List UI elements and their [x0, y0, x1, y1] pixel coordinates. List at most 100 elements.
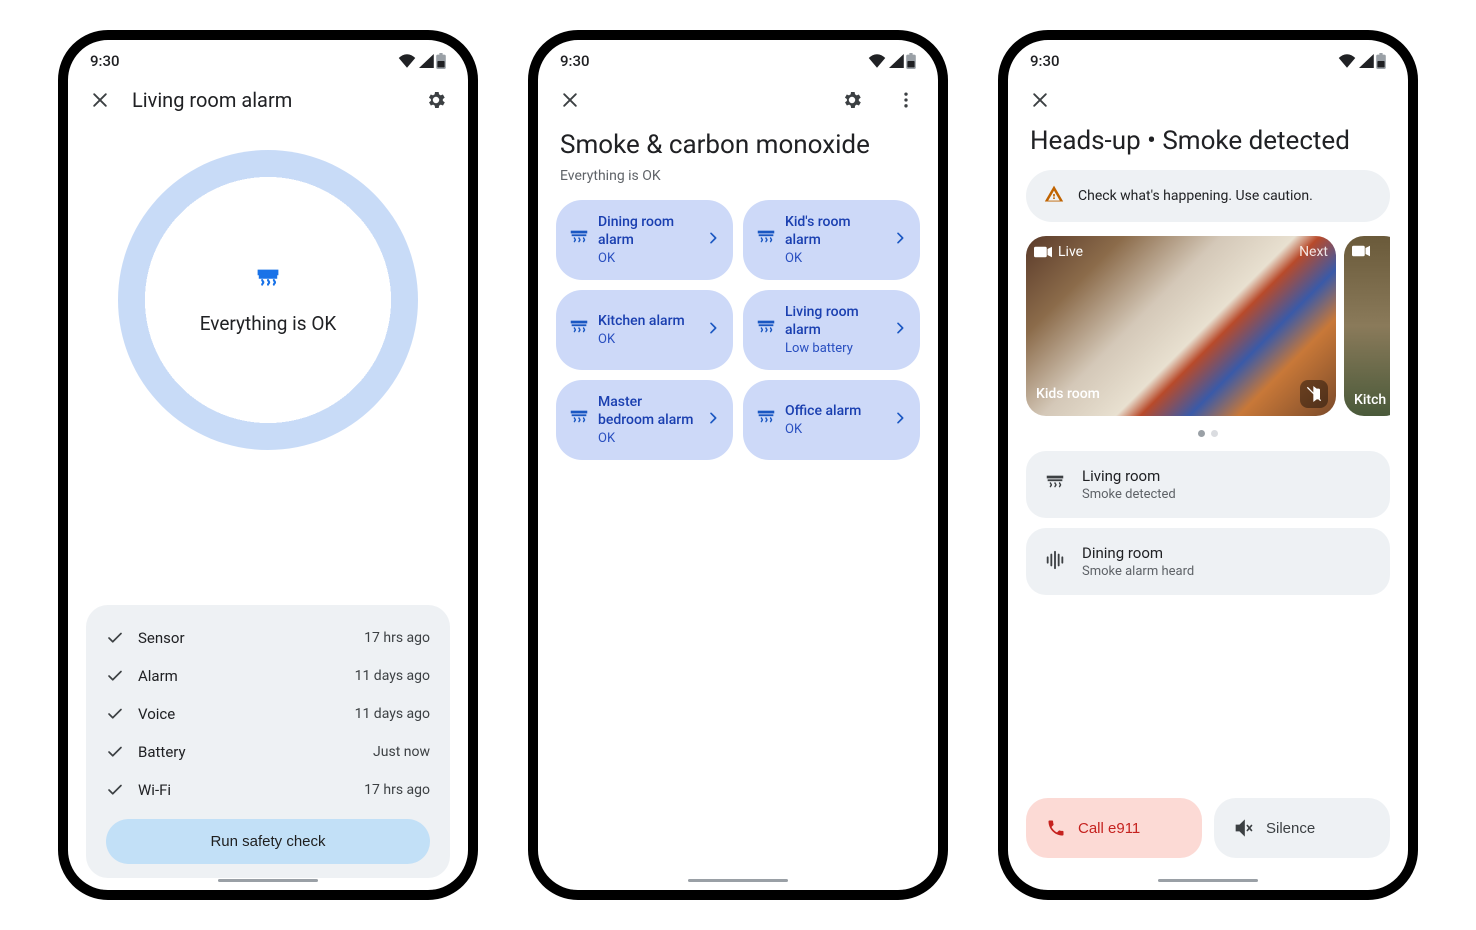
video-camera-icon	[1034, 245, 1052, 259]
call-e911-button[interactable]: Call e911	[1026, 798, 1202, 858]
home-indicator[interactable]	[688, 879, 788, 882]
alarm-tile-kitchen[interactable]: Kitchen alarmOK	[556, 290, 733, 370]
overflow-menu-icon[interactable]	[892, 86, 920, 114]
camera-tile-kids-room[interactable]: Live Next Kids room	[1026, 236, 1336, 416]
chevron-right-icon	[705, 320, 721, 340]
check-time: 11 days ago	[355, 668, 430, 684]
warning-text: Check what's happening. Use caution.	[1078, 188, 1313, 204]
alarm-tile-master-bedroom[interactable]: Master bedroom alarmOK	[556, 380, 733, 460]
status-bar: 9:30	[68, 40, 468, 78]
page-subtitle: Everything is OK	[560, 168, 916, 184]
check-icon	[106, 743, 124, 761]
alert-card-living-room[interactable]: Living room Smoke detected	[1026, 451, 1390, 518]
check-time: Just now	[373, 744, 430, 760]
carousel-dots	[1026, 424, 1390, 451]
battery-icon	[1376, 53, 1386, 69]
close-icon[interactable]	[1026, 86, 1054, 114]
check-row-voice: Voice 11 days ago	[106, 695, 430, 733]
tile-status: OK	[785, 422, 884, 437]
wifi-icon	[1338, 54, 1356, 68]
smoke-detector-icon	[254, 266, 282, 298]
home-indicator[interactable]	[218, 879, 318, 882]
battery-icon	[906, 53, 916, 69]
home-indicator[interactable]	[1158, 879, 1258, 882]
status-bar: 9:30	[1008, 40, 1408, 78]
check-row-wifi: Wi-Fi 17 hrs ago	[106, 771, 430, 809]
status-icons	[1338, 53, 1386, 69]
check-time: 17 hrs ago	[364, 782, 430, 798]
camera-carousel[interactable]: Live Next Kids room Kitch	[1026, 236, 1390, 416]
live-badge: Live	[1058, 244, 1083, 260]
tile-status: OK	[598, 431, 697, 446]
page-title: Heads-up • Smoke detected	[1026, 122, 1390, 170]
warning-banner: Check what's happening. Use caution.	[1026, 170, 1390, 222]
chevron-right-icon	[892, 320, 908, 340]
check-row-alarm: Alarm 11 days ago	[106, 657, 430, 695]
tile-label: Office alarm	[785, 403, 884, 421]
smoke-detector-icon	[568, 317, 590, 343]
check-row-battery: Battery Just now	[106, 733, 430, 771]
status-ring: Everything is OK	[118, 150, 418, 450]
status-time: 9:30	[1030, 52, 1060, 70]
sound-icon	[1044, 549, 1066, 575]
tile-status: Low battery	[785, 341, 884, 356]
alarm-tile-office[interactable]: Office alarmOK	[743, 380, 920, 460]
call-label: Call e911	[1078, 820, 1140, 837]
check-time: 17 hrs ago	[364, 630, 430, 646]
silence-label: Silence	[1266, 820, 1315, 837]
alert-card-dining-room[interactable]: Dining room Smoke alarm heard	[1026, 528, 1390, 595]
tile-status: OK	[598, 251, 697, 266]
smoke-detector-icon	[568, 407, 590, 433]
wifi-icon	[398, 54, 416, 68]
alarm-tile-grid: Dining room alarmOK Kid's room alarmOK K…	[556, 200, 920, 460]
status-icons	[868, 53, 916, 69]
safety-check-card: Sensor 17 hrs ago Alarm 11 days ago Voic…	[86, 605, 450, 878]
alarm-tile-living-room[interactable]: Living room alarm Low battery	[743, 290, 920, 370]
app-bar	[538, 78, 938, 122]
alert-detail: Smoke detected	[1082, 487, 1176, 502]
check-label: Wi-Fi	[138, 781, 171, 799]
check-icon	[106, 781, 124, 799]
alert-room: Dining room	[1082, 544, 1194, 562]
phone-screen-2: 9:30 Smoke & carbon monoxide Everything …	[528, 30, 948, 900]
wifi-icon	[868, 54, 886, 68]
check-label: Alarm	[138, 667, 178, 685]
run-safety-check-button[interactable]: Run safety check	[106, 819, 430, 864]
check-row-sensor: Sensor 17 hrs ago	[106, 619, 430, 657]
dot	[1211, 430, 1218, 437]
status-icons	[398, 53, 446, 69]
gear-icon[interactable]	[422, 86, 450, 114]
status-bar: 9:30	[538, 40, 938, 78]
status-time: 9:30	[90, 52, 120, 70]
check-icon	[106, 705, 124, 723]
tile-label: Kitchen alarm	[598, 313, 697, 331]
video-camera-icon	[1352, 244, 1370, 258]
app-bar: Living room alarm	[68, 78, 468, 122]
check-label: Sensor	[138, 629, 185, 647]
camera-tile-kitchen[interactable]: Kitch	[1344, 236, 1390, 416]
mic-muted-icon[interactable]	[1300, 380, 1328, 408]
status-time: 9:30	[560, 52, 590, 70]
warning-icon	[1044, 184, 1064, 208]
check-icon	[106, 629, 124, 647]
check-icon	[106, 667, 124, 685]
check-label: Battery	[138, 743, 186, 761]
cell-signal-icon	[418, 54, 434, 68]
alert-room: Living room	[1082, 467, 1176, 485]
alarm-tile-dining-room[interactable]: Dining room alarmOK	[556, 200, 733, 280]
cell-signal-icon	[888, 54, 904, 68]
silence-button[interactable]: Silence	[1214, 798, 1390, 858]
tile-status: OK	[598, 332, 697, 347]
smoke-detector-icon	[568, 227, 590, 253]
close-icon[interactable]	[86, 86, 114, 114]
speaker-muted-icon	[1234, 818, 1254, 838]
gear-icon[interactable]	[838, 86, 866, 114]
camera-room-label: Kids room	[1036, 386, 1100, 402]
chevron-right-icon	[892, 410, 908, 430]
check-label: Voice	[138, 705, 175, 723]
smoke-detector-icon	[755, 407, 777, 433]
close-icon[interactable]	[556, 86, 584, 114]
alarm-tile-kids-room[interactable]: Kid's room alarmOK	[743, 200, 920, 280]
status-text: Everything is OK	[200, 312, 337, 335]
tile-label: Living room alarm	[785, 304, 884, 339]
